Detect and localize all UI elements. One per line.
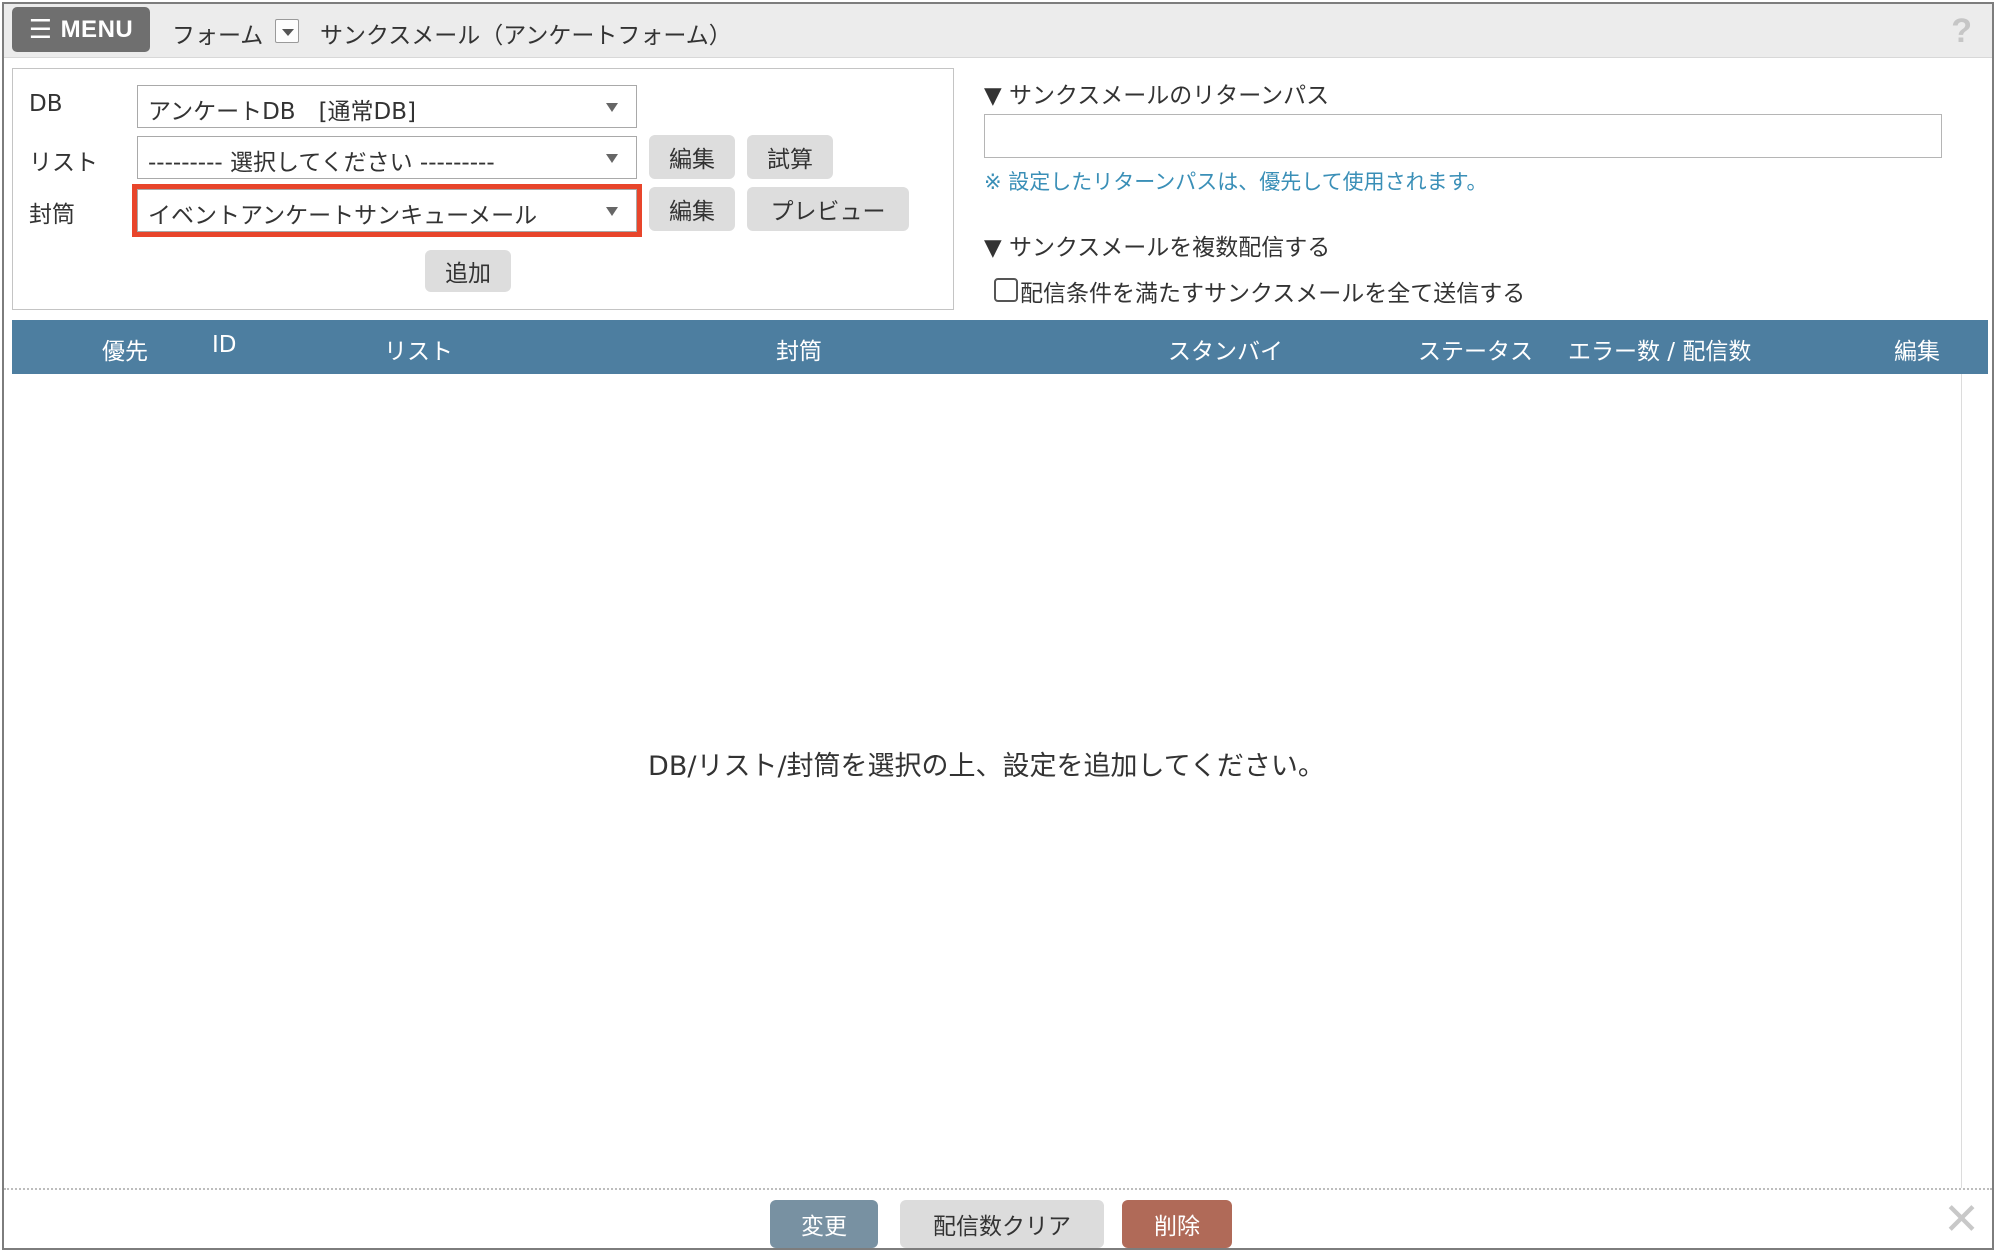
header-list: リスト [384,339,453,365]
add-button[interactable]: 追加 [425,250,511,292]
top-bar: ☰ MENU フォーム サンクスメール（アンケートフォーム） ? [4,4,1992,58]
send-all-checkbox[interactable] [994,278,1018,302]
header-status: ステータス [1418,339,1533,365]
menu-button[interactable]: ☰ MENU [12,7,150,52]
envelope-preview-button[interactable]: プレビュー [747,187,909,231]
header-envelope: 封筒 [776,339,822,365]
multi-send-heading[interactable]: ▼ サンクスメールを複数配信する [984,228,1330,262]
clear-delivery-count-button[interactable]: 配信数クリア [900,1200,1104,1248]
chevron-down-icon[interactable] [275,19,299,43]
envelope-edit-button[interactable]: 編集 [649,187,735,231]
list-test-button[interactable]: 試算 [747,135,833,179]
list-label: リスト [29,150,98,176]
close-icon[interactable]: ✕ [1943,1198,1980,1242]
db-label: DB [29,91,63,117]
list-edit-button[interactable]: 編集 [649,135,735,179]
chevron-down-icon [606,207,618,216]
empty-state-message: DB/リスト/封筒を選択の上、設定を追加してください。 [648,751,1325,782]
header-edit: 編集 [1894,339,1940,365]
list-select-value: --------- 選択してください --------- [148,150,495,176]
db-select-value: アンケートDB [通常DB] [148,99,417,125]
envelope-select[interactable]: イベントアンケートサンキューメール [132,184,642,237]
table-header: 優先 ID リスト 封筒 スタンバイ ステータス エラー数 / 配信数 編集 [12,320,1988,374]
header-standby: スタンバイ [1168,339,1283,365]
thanks-mail-window: ☰ MENU フォーム サンクスメール（アンケートフォーム） ? DB アンケー… [2,2,1994,1250]
help-icon[interactable]: ? [1951,12,1972,51]
header-priority: 優先 [102,339,148,365]
return-path-note: ※ 設定したリターンパスは、優先して使用されます。 [984,170,1488,194]
db-select[interactable]: アンケートDB [通常DB] [137,85,637,128]
breadcrumb-form[interactable]: フォーム [172,16,263,50]
return-path-input[interactable] [984,114,1942,158]
header-id: ID [212,332,237,358]
return-path-heading[interactable]: ▼ サンクスメールのリターンパス [984,76,1329,110]
list-select[interactable]: --------- 選択してください --------- [137,136,637,179]
page-title: サンクスメール（アンケートフォーム） [320,23,732,49]
hamburger-icon: ☰ [28,14,53,44]
chevron-down-icon [606,103,618,112]
header-errors-deliveries: エラー数 / 配信数 [1568,339,1752,365]
change-button[interactable]: 変更 [770,1200,878,1248]
settings-panel: DB アンケートDB [通常DB] リスト --------- 選択してください… [12,68,954,310]
envelope-label: 封筒 [29,202,75,228]
menu-label: MENU [60,15,134,43]
delete-button[interactable]: 削除 [1122,1200,1232,1248]
send-all-label[interactable]: 配信条件を満たすサンクスメールを全て送信する [1020,274,1525,308]
table-body: DB/リスト/封筒を選択の上、設定を追加してください。 [12,374,1962,1188]
envelope-select-value: イベントアンケートサンキューメール [148,203,538,229]
chevron-down-icon [606,154,618,163]
footer-bar: 変更 配信数クリア 削除 ✕ [4,1188,1992,1248]
